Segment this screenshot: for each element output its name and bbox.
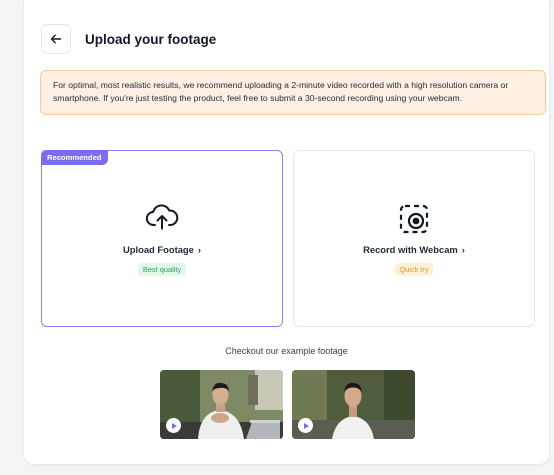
upload-footage-label: Upload Footage › [123, 244, 201, 255]
play-button[interactable] [298, 418, 313, 433]
page-title: Upload your footage [85, 31, 217, 47]
upload-footage-option[interactable]: Recommended Upload Footage › Best quality [41, 150, 283, 327]
chevron-right-icon: › [461, 244, 465, 255]
example-video-thumbnail-1[interactable] [160, 370, 283, 439]
record-webcam-label: Record with Webcam › [363, 244, 465, 255]
play-icon [171, 422, 177, 429]
recommendation-notice: For optimal, most realistic results, we … [40, 70, 546, 115]
record-webcam-icon [399, 204, 429, 234]
quick-try-tag: Quick try [394, 263, 434, 276]
upload-card: Upload your footage For optimal, most re… [24, 0, 549, 464]
chevron-right-icon: › [197, 244, 201, 255]
record-webcam-option[interactable]: Record with Webcam › Quick try [293, 150, 535, 327]
example-video-thumbnail-2[interactable] [292, 370, 415, 439]
recommended-badge: Recommended [41, 150, 109, 165]
play-button[interactable] [166, 418, 181, 433]
back-button[interactable] [41, 24, 71, 54]
cloud-upload-icon [145, 204, 179, 230]
best-quality-tag: Best quality [137, 263, 187, 276]
arrow-left-icon [50, 34, 62, 44]
example-footage-heading: Checkout our example footage [225, 346, 348, 356]
page-header: Upload your footage [41, 24, 216, 54]
play-icon [303, 422, 309, 429]
